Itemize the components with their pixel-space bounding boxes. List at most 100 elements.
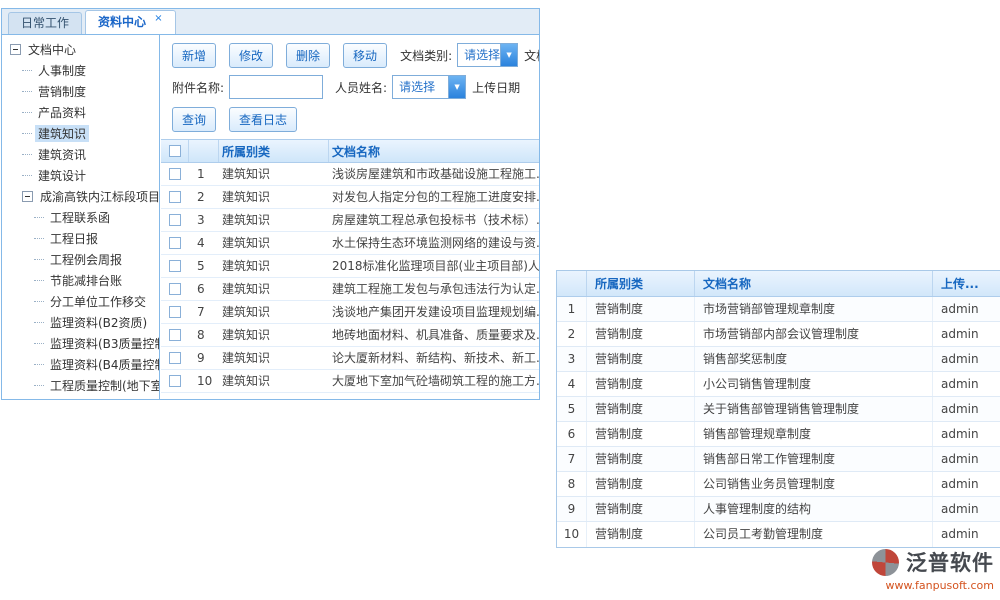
sidebar-item-label: 监理资料(B4质量控制) — [47, 356, 160, 373]
brand-url[interactable]: www.fanpusoft.com — [872, 579, 994, 592]
document-row[interactable]: 4建筑知识水土保持生态环境监测网络的建设与资... — [161, 232, 539, 255]
sidebar-item[interactable]: 成渝高铁内江标段项目 — [8, 186, 159, 207]
close-icon[interactable]: × — [154, 13, 162, 24]
row-number: 2 — [557, 322, 587, 346]
row-checkbox[interactable] — [161, 186, 189, 208]
row-docname[interactable]: 公司销售业务员管理制度 — [695, 472, 933, 496]
sidebar-item[interactable]: 营销制度 — [8, 81, 159, 102]
row-checkbox[interactable] — [161, 347, 189, 369]
sidebar-tree: 文档中心人事制度营销制度产品资料建筑知识建筑资讯建筑设计成渝高铁内江标段项目工程… — [2, 35, 160, 399]
row-number: 6 — [189, 278, 219, 300]
uploader-column-header: 上传... — [933, 271, 1000, 296]
document-row[interactable]: 8建筑知识地砖地面材料、机具准备、质量要求及... — [161, 324, 539, 347]
row-checkbox[interactable] — [161, 370, 189, 392]
document-row[interactable]: 2营销制度市场营销部内部会议管理制度admin — [557, 322, 1000, 347]
tab-daily-work[interactable]: 日常工作 — [8, 12, 82, 34]
view-log-button[interactable]: 查看日志 — [229, 107, 297, 132]
row-docname[interactable]: 大厦地下室加气砼墙砌筑工程的施工方... — [329, 370, 539, 392]
row-docname[interactable]: 销售部奖惩制度 — [695, 347, 933, 371]
document-row[interactable]: 3建筑知识房屋建筑工程总承包投标书（技术标）... — [161, 209, 539, 232]
row-checkbox[interactable] — [161, 324, 189, 346]
document-row[interactable]: 1营销制度市场营销部管理规章制度admin — [557, 297, 1000, 322]
row-category: 营销制度 — [587, 472, 695, 496]
document-row[interactable]: 10建筑知识大厦地下室加气砼墙砌筑工程的施工方... — [161, 370, 539, 393]
row-docname[interactable]: 市场营销部管理规章制度 — [695, 297, 933, 321]
sidebar-item[interactable]: 监理资料(B5进度控制) — [8, 396, 159, 399]
row-docname[interactable]: 小公司销售管理制度 — [695, 372, 933, 396]
row-docname[interactable]: 人事管理制度的结构 — [695, 497, 933, 521]
modify-button[interactable]: 修改 — [229, 43, 273, 68]
add-button[interactable]: 新增 — [172, 43, 216, 68]
sidebar-item[interactable]: 工程例会周报 — [8, 249, 159, 270]
row-docname[interactable]: 关于销售部管理销售管理制度 — [695, 397, 933, 421]
sidebar-item[interactable]: 分工单位工作移交 — [8, 291, 159, 312]
sidebar-item[interactable]: 监理资料(B4质量控制) — [8, 354, 159, 375]
row-docname[interactable]: 销售部日常工作管理制度 — [695, 447, 933, 471]
attachment-input[interactable] — [229, 75, 323, 99]
row-docname[interactable]: 论大厦新材料、新结构、新技术、新工... — [329, 347, 539, 369]
row-checkbox[interactable] — [161, 255, 189, 277]
document-row[interactable]: 9营销制度人事管理制度的结构admin — [557, 497, 1000, 522]
sidebar-item[interactable]: 监理资料(B2资质) — [8, 312, 159, 333]
tree-collapse-icon[interactable] — [10, 44, 21, 55]
doc-type-select[interactable]: 请选择 ▼ — [457, 43, 518, 67]
sidebar-item-label: 建筑设计 — [35, 167, 89, 184]
tab-data-center[interactable]: 资料中心 × — [85, 10, 176, 34]
sidebar-item[interactable]: 工程日报 — [8, 228, 159, 249]
row-docname[interactable]: 地砖地面材料、机具准备、质量要求及... — [329, 324, 539, 346]
sidebar-item[interactable]: 工程联系函 — [8, 207, 159, 228]
person-select[interactable]: 请选择 ▼ — [392, 75, 466, 99]
sidebar-item[interactable]: 工程质量控制(地下室) — [8, 375, 159, 396]
document-row[interactable]: 5营销制度关于销售部管理销售管理制度admin — [557, 397, 1000, 422]
row-checkbox[interactable] — [161, 278, 189, 300]
row-checkbox[interactable] — [161, 301, 189, 323]
row-docname[interactable]: 浅谈房屋建筑和市政基础设施工程施工... — [329, 163, 539, 185]
sidebar-item[interactable]: 节能减排台账 — [8, 270, 159, 291]
move-button[interactable]: 移动 — [343, 43, 387, 68]
row-docname[interactable]: 浅谈地产集团开发建设项目监理规划编... — [329, 301, 539, 323]
chevron-down-icon[interactable]: ▼ — [500, 44, 517, 66]
delete-button[interactable]: 删除 — [286, 43, 330, 68]
sidebar-item[interactable]: 建筑资讯 — [8, 144, 159, 165]
person-label: 人员姓名: — [335, 79, 387, 96]
sidebar-item[interactable]: 文档中心 — [8, 39, 159, 60]
minus-icon — [13, 49, 18, 50]
sidebar-item[interactable]: 监理资料(B3质量控制) — [8, 333, 159, 354]
chevron-down-icon[interactable]: ▼ — [448, 76, 465, 98]
row-checkbox[interactable] — [161, 163, 189, 185]
marketing-doc-table: 所属别类 文档名称 上传... 1营销制度市场营销部管理规章制度admin2营销… — [556, 270, 1000, 548]
row-docname[interactable]: 水土保持生态环境监测网络的建设与资... — [329, 232, 539, 254]
document-row[interactable]: 4营销制度小公司销售管理制度admin — [557, 372, 1000, 397]
sidebar-item[interactable]: 产品资料 — [8, 102, 159, 123]
toolbar-row-3: 查询 查看日志 — [160, 107, 539, 131]
sidebar-item[interactable]: 建筑知识 — [8, 123, 159, 144]
document-row[interactable]: 7营销制度销售部日常工作管理制度admin — [557, 447, 1000, 472]
document-row[interactable]: 3营销制度销售部奖惩制度admin — [557, 347, 1000, 372]
row-uploader: admin — [933, 372, 1000, 396]
document-row[interactable]: 9建筑知识论大厦新材料、新结构、新技术、新工... — [161, 347, 539, 370]
row-docname[interactable]: 房屋建筑工程总承包投标书（技术标）... — [329, 209, 539, 231]
row-docname[interactable]: 销售部管理规章制度 — [695, 422, 933, 446]
row-docname[interactable]: 建筑工程施工发包与承包违法行为认定... — [329, 278, 539, 300]
row-docname[interactable]: 对发包人指定分包的工程施工进度安排... — [329, 186, 539, 208]
sidebar-item-label: 建筑资讯 — [35, 146, 89, 163]
row-checkbox[interactable] — [161, 209, 189, 231]
row-checkbox[interactable] — [161, 232, 189, 254]
select-all-checkbox[interactable] — [161, 140, 189, 162]
document-row[interactable]: 10营销制度公司员工考勤管理制度admin — [557, 522, 1000, 547]
document-row[interactable]: 5建筑知识2018标准化监理项目部(业主项目部)人员... — [161, 255, 539, 278]
row-docname[interactable]: 2018标准化监理项目部(业主项目部)人员... — [329, 255, 539, 277]
sidebar-item[interactable]: 建筑设计 — [8, 165, 159, 186]
document-row[interactable]: 1建筑知识浅谈房屋建筑和市政基础设施工程施工... — [161, 163, 539, 186]
row-docname[interactable]: 市场营销部内部会议管理制度 — [695, 322, 933, 346]
query-button[interactable]: 查询 — [172, 107, 216, 132]
document-row[interactable]: 2建筑知识对发包人指定分包的工程施工进度安排... — [161, 186, 539, 209]
document-row[interactable]: 6建筑知识建筑工程施工发包与承包违法行为认定... — [161, 278, 539, 301]
tree-collapse-icon[interactable] — [22, 191, 33, 202]
document-row[interactable]: 8营销制度公司销售业务员管理制度admin — [557, 472, 1000, 497]
sidebar-item[interactable]: 人事制度 — [8, 60, 159, 81]
document-row[interactable]: 6营销制度销售部管理规章制度admin — [557, 422, 1000, 447]
document-row[interactable]: 7建筑知识浅谈地产集团开发建设项目监理规划编... — [161, 301, 539, 324]
fanpu-logo-icon — [872, 549, 899, 576]
row-docname[interactable]: 公司员工考勤管理制度 — [695, 522, 933, 547]
